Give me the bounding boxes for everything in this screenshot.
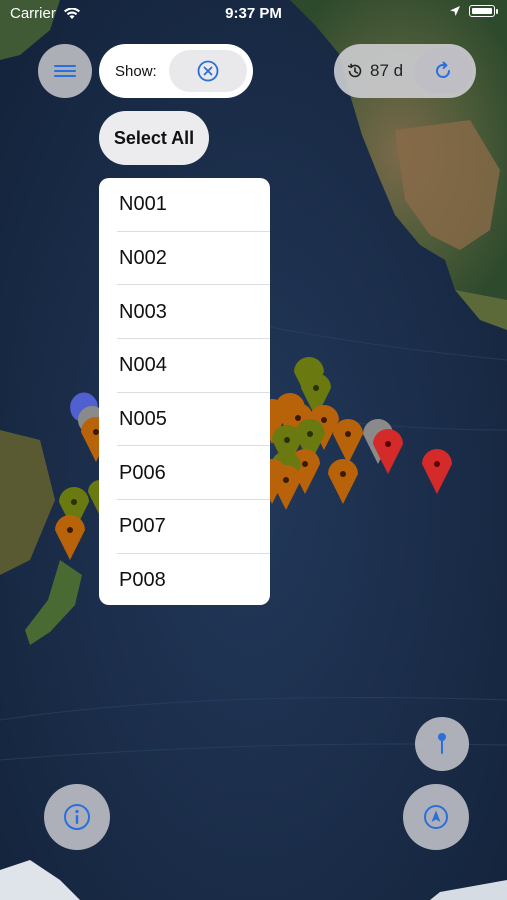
clock-history-icon — [347, 63, 362, 78]
location-arrow-icon — [424, 805, 448, 829]
locate-me-button[interactable] — [403, 784, 469, 850]
location-services-icon — [450, 6, 460, 16]
battery-icon — [469, 5, 498, 17]
show-filter: Show: — [99, 44, 253, 98]
pin-icon — [438, 733, 446, 754]
station-item[interactable]: P007 — [99, 500, 270, 554]
info-icon — [64, 804, 90, 830]
map-marker — [271, 465, 301, 510]
refresh-button[interactable] — [414, 49, 472, 93]
refresh-icon — [436, 61, 450, 78]
station-item[interactable]: N004 — [99, 339, 270, 393]
map-marker — [333, 419, 363, 464]
station-item[interactable]: N005 — [99, 393, 270, 447]
show-label: Show: — [115, 62, 157, 80]
station-item[interactable]: N002 — [99, 232, 270, 286]
info-button[interactable] — [44, 784, 110, 850]
xmark-circle-icon — [197, 60, 219, 82]
status-bar: Carrier 9:37 PM — [0, 0, 507, 28]
days-label: 87 d — [370, 61, 404, 80]
station-item[interactable]: N001 — [99, 178, 270, 232]
map-marker — [55, 515, 85, 560]
station-item[interactable]: P006 — [99, 446, 270, 500]
station-item[interactable]: P008 — [99, 554, 270, 605]
station-item[interactable]: N003 — [99, 285, 270, 339]
drop-pin-button[interactable] — [415, 717, 469, 771]
history-range[interactable]: 87 d — [334, 44, 476, 98]
menu-button[interactable] — [38, 44, 92, 98]
clear-filter-button[interactable] — [169, 50, 247, 92]
map-marker — [328, 459, 358, 504]
clock-time: 9:37 PM — [225, 5, 282, 22]
hamburger-menu-icon — [54, 65, 76, 77]
select-all-button[interactable]: Select All — [99, 111, 209, 165]
map-marker — [422, 449, 452, 494]
map-marker — [373, 429, 403, 474]
station-dropdown: N001 N002 N003 N004 N005 P006 P007 P008 — [99, 178, 270, 605]
